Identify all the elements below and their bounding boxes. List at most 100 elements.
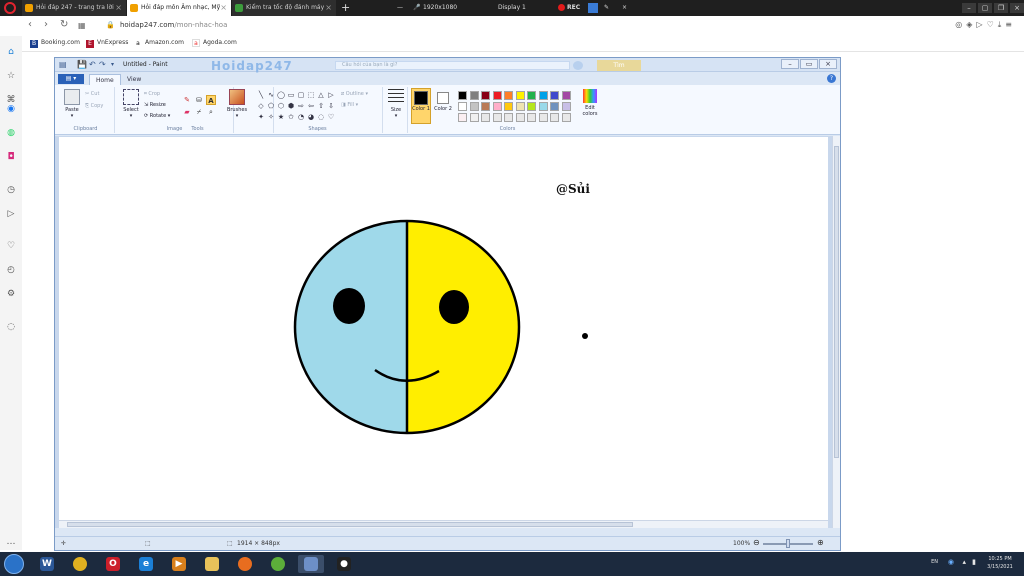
- tab-close-icon[interactable]: ×: [220, 0, 227, 16]
- tab-home[interactable]: Home: [89, 74, 121, 85]
- close-button[interactable]: ×: [1010, 3, 1024, 13]
- palette-swatch[interactable]: [538, 102, 548, 111]
- magnifier-icon[interactable]: ⌕: [206, 107, 216, 117]
- taskbar-chrome[interactable]: [67, 555, 93, 573]
- palette-swatch[interactable]: [527, 91, 536, 100]
- palette-swatch[interactable]: [527, 113, 536, 122]
- camera-icon[interactable]: ◎: [955, 20, 966, 29]
- browser-tab-active[interactable]: Hỏi đáp môn Âm nhạc, Mỹ ×: [127, 0, 231, 16]
- send-sidebar-icon[interactable]: ▷: [5, 208, 17, 220]
- recorder-app-icon[interactable]: [588, 3, 598, 13]
- horizontal-scroll-thumb[interactable]: [67, 522, 633, 527]
- bookmark-booking[interactable]: B Booking.com: [30, 39, 80, 48]
- shape-option[interactable]: ⇩: [327, 102, 335, 110]
- pen-icon[interactable]: ✎: [604, 0, 609, 16]
- shape-option[interactable]: ✩: [287, 113, 295, 121]
- taskbar-explorer[interactable]: [199, 555, 225, 573]
- mic-icon[interactable]: 🎤: [413, 0, 420, 16]
- forward-icon[interactable]: ›: [44, 19, 48, 30]
- heart-icon[interactable]: ♡: [987, 20, 998, 29]
- overlay-camera-icon[interactable]: [573, 61, 583, 70]
- palette-swatch[interactable]: [492, 102, 502, 111]
- outline-button[interactable]: ⧄ Outline ▾: [341, 91, 368, 97]
- taskbar-firefox[interactable]: [232, 555, 258, 573]
- eraser-icon[interactable]: ▰: [182, 107, 192, 117]
- palette-swatch[interactable]: [550, 113, 559, 122]
- browser-tab[interactable]: Kiểm tra tốc độ đánh máy ×: [232, 0, 336, 16]
- recorder-close-icon[interactable]: ×: [622, 0, 627, 16]
- palette-swatch[interactable]: [561, 91, 571, 100]
- size-button[interactable]: Size ▾: [387, 89, 405, 119]
- color-picker-icon[interactable]: ⌿: [194, 107, 204, 117]
- shape-option[interactable]: ✦: [257, 113, 265, 121]
- crop-button[interactable]: ⌗ Crop: [144, 91, 160, 97]
- fill-bucket-icon[interactable]: ⛁: [194, 95, 204, 105]
- taskbar-word[interactable]: W: [34, 555, 60, 573]
- drawing-canvas[interactable]: @Sủi: [59, 137, 828, 523]
- rec-button[interactable]: REC: [558, 0, 580, 16]
- tray-expand-icon[interactable]: ▴: [962, 558, 966, 566]
- palette-swatch[interactable]: [515, 102, 525, 111]
- palette-swatch[interactable]: [469, 113, 479, 122]
- zoom-in-icon[interactable]: ⊕: [817, 538, 824, 547]
- palette-swatch[interactable]: [458, 113, 467, 122]
- text-tool-icon[interactable]: A: [206, 95, 216, 105]
- shape-option[interactable]: ⬠: [267, 102, 275, 110]
- zoom-slider-knob[interactable]: [786, 539, 790, 548]
- color1-selector[interactable]: Color 1: [411, 88, 431, 124]
- select-button[interactable]: Select ▾: [120, 89, 142, 119]
- heart-sidebar-icon[interactable]: ♡: [5, 240, 17, 252]
- palette-swatch[interactable]: [481, 91, 490, 100]
- palette-swatch[interactable]: [550, 91, 559, 100]
- shape-option[interactable]: △: [317, 91, 325, 99]
- shape-option[interactable]: ◯: [277, 91, 285, 99]
- taskbar-clock[interactable]: 10:25 PM 3/15/2021: [980, 555, 1020, 571]
- minimize-recorder-icon[interactable]: —: [397, 0, 403, 16]
- taskbar-ie[interactable]: e: [133, 555, 159, 573]
- speed-dial-sidebar-icon[interactable]: ☆: [5, 70, 17, 82]
- redo-icon[interactable]: ↷: [99, 60, 106, 69]
- language-indicator[interactable]: EN: [931, 559, 938, 565]
- palette-swatch[interactable]: [515, 113, 525, 122]
- palette-swatch[interactable]: [550, 102, 559, 111]
- palette-swatch[interactable]: [492, 113, 502, 122]
- palette-swatch[interactable]: [458, 102, 467, 111]
- copy-button[interactable]: ⎘ Copy: [85, 103, 103, 109]
- send-icon[interactable]: ▷: [976, 20, 986, 29]
- tab-close-icon[interactable]: ×: [115, 0, 122, 16]
- brushes-button[interactable]: Brushes ▾: [224, 89, 250, 119]
- settings-gear-icon[interactable]: ⚙: [5, 288, 17, 300]
- paste-button[interactable]: Paste ▾: [61, 89, 83, 119]
- back-icon[interactable]: ‹: [28, 19, 32, 30]
- overlay-search-field[interactable]: Câu hỏi của bạn là gì?: [335, 61, 570, 70]
- menu-icon[interactable]: ≡: [1005, 20, 1016, 29]
- palette-swatch[interactable]: [492, 91, 502, 100]
- opera-logo-icon[interactable]: [4, 2, 16, 14]
- palette-swatch[interactable]: [469, 91, 479, 100]
- paint-minimize-button[interactable]: –: [781, 59, 799, 69]
- palette-swatch[interactable]: [538, 113, 548, 122]
- palette-swatch[interactable]: [515, 91, 525, 100]
- paint-close-button[interactable]: ×: [819, 59, 837, 69]
- paint-app-icon[interactable]: ▤: [59, 60, 67, 69]
- recorder-display[interactable]: Display 1: [498, 0, 526, 16]
- bookmark-amazon[interactable]: a Amazon.com: [134, 39, 184, 48]
- palette-swatch[interactable]: [458, 91, 467, 100]
- cut-button[interactable]: ✂ Cut: [85, 91, 99, 97]
- shape-option[interactable]: ◕: [307, 113, 315, 121]
- overlay-search-button[interactable]: Tìm: [597, 60, 641, 71]
- whatsapp-icon[interactable]: ◍: [5, 127, 17, 139]
- zoom-out-icon[interactable]: ⊖: [753, 538, 760, 547]
- help-icon[interactable]: ?: [827, 74, 836, 83]
- palette-swatch[interactable]: [504, 91, 513, 100]
- bookmark-agoda[interactable]: a Agoda.com: [192, 39, 237, 47]
- vertical-scroll-thumb[interactable]: [834, 146, 839, 458]
- start-button[interactable]: [4, 554, 24, 574]
- palette-swatch[interactable]: [481, 102, 490, 111]
- color2-selector[interactable]: Color 2: [433, 88, 453, 124]
- paint-maximize-button[interactable]: ▭: [800, 59, 818, 69]
- shape-option[interactable]: ♡: [327, 113, 335, 121]
- palette-swatch[interactable]: [561, 102, 571, 111]
- rotate-button[interactable]: ⟳ Rotate ▾: [144, 113, 170, 119]
- tips-bulb-icon[interactable]: ◌: [5, 321, 17, 333]
